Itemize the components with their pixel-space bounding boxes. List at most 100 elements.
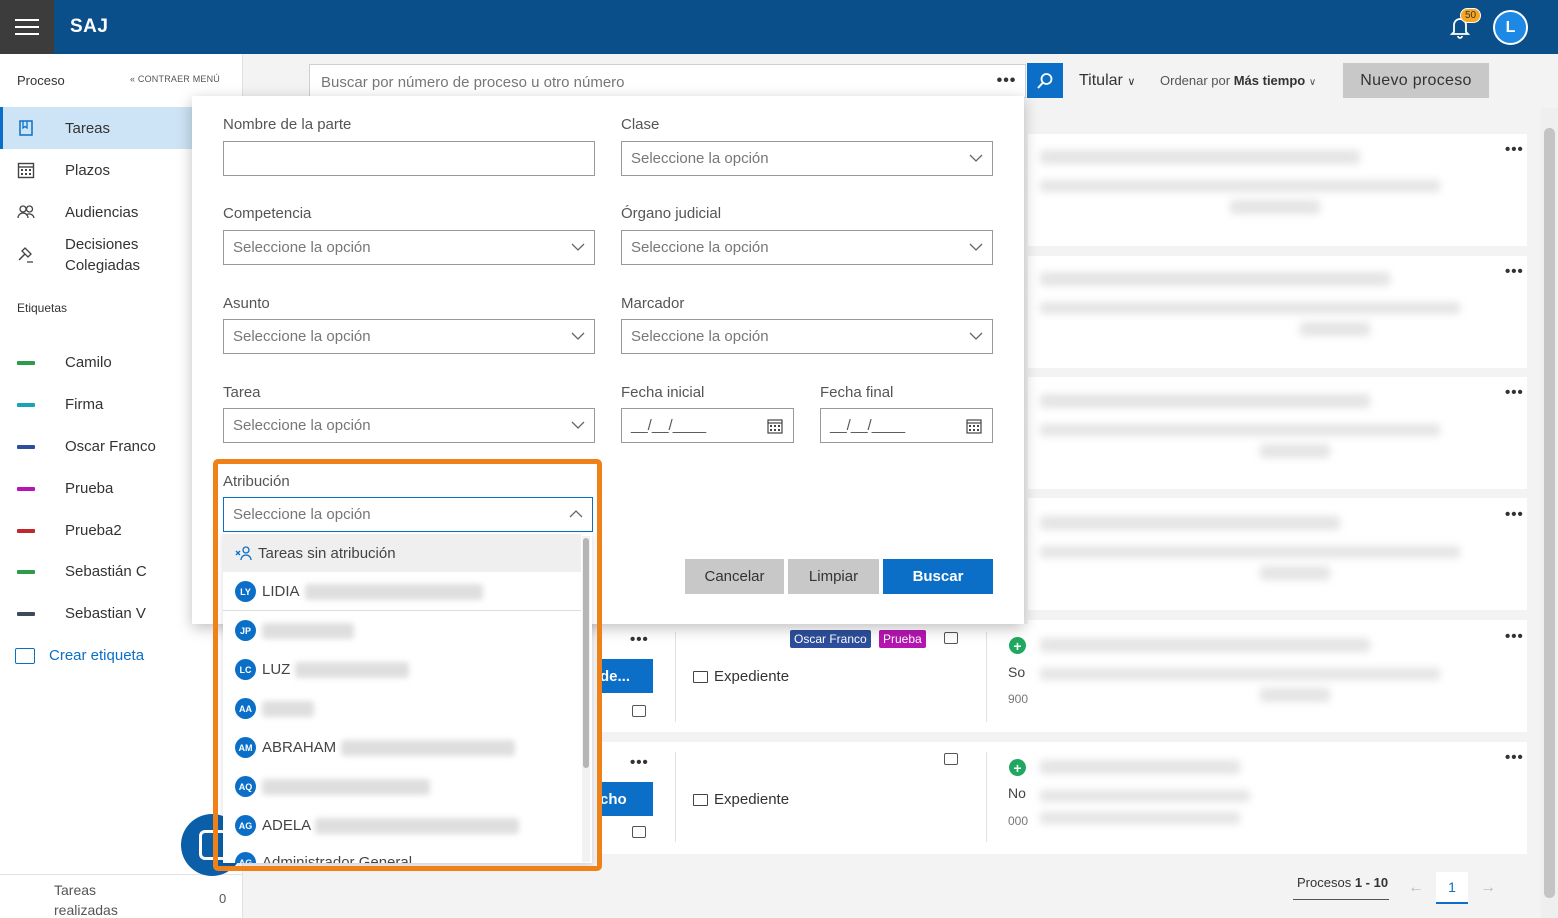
search-button[interactable] [1027,63,1063,98]
tasks-done-label: Tareas realizadas [54,882,118,918]
asunto-placeholder: Seleccione la opción [233,328,371,345]
tag-label: Camilo [65,354,112,371]
action-button[interactable]: de... [598,659,653,693]
end-date-input[interactable]: __/__/____ [820,408,993,443]
highlight-box [213,459,602,871]
blurred-text [1040,812,1240,824]
tag-color-icon [17,487,35,491]
folder-icon [693,670,708,683]
card-menu-button[interactable]: ••• [1505,384,1524,401]
add-icon[interactable]: + [1009,759,1026,776]
collapse-menu-button[interactable]: « CONTRAER MENÚ [130,74,220,84]
prev-page-button[interactable]: ← [1402,875,1430,901]
process-card[interactable] [598,742,986,854]
chevron-down-icon: ∨ [1127,76,1136,88]
scrollbar-thumb[interactable] [1544,128,1555,898]
tag-color-icon [17,570,35,574]
next-page-button[interactable]: → [1474,875,1502,901]
chevron-down-icon [571,332,585,340]
titular-filter[interactable]: Titular ∨ [1079,72,1135,90]
start-date-input[interactable]: __/__/____ [621,408,794,443]
app-brand[interactable]: SAJ [70,16,108,38]
sidebar-item-label: Audiencias [65,203,139,221]
tag-color-icon [17,361,35,365]
clear-button[interactable]: Limpiar [788,559,879,594]
organo-label: Órgano judicial [621,205,722,222]
marcador-placeholder: Seleccione la opción [631,328,769,345]
menu-icon[interactable] [0,0,54,54]
tag-label: Prueba [65,480,114,497]
blurred-text [1040,638,1370,652]
page-1-button[interactable]: 1 [1436,872,1468,904]
create-tag-button[interactable]: Crear etiqueta [15,647,144,664]
add-tag-icon [15,647,35,664]
calendar-icon [17,162,35,179]
new-process-button[interactable]: Nuevo proceso [1343,63,1489,98]
end-date-label: Fecha final [820,384,894,401]
card-number: 900 [1008,692,1029,706]
organo-placeholder: Seleccione la opción [631,239,769,256]
party-name-label: Nombre de la parte [223,116,352,133]
card-text: No [1008,785,1026,801]
tag-color-icon [17,612,35,616]
tarea-select[interactable]: Seleccione la opción [223,408,595,443]
asunto-label: Asunto [223,295,270,312]
blurred-text [1260,444,1330,458]
calendar-icon[interactable] [767,418,783,434]
add-note-icon[interactable] [632,826,646,838]
marcador-select[interactable]: Seleccione la opción [621,319,993,354]
asunto-select[interactable]: Seleccione la opción [223,319,595,354]
card-menu-button[interactable]: ••• [1505,141,1524,158]
blurred-text [1040,180,1440,192]
card-menu-button[interactable]: ••• [1505,749,1524,766]
competencia-placeholder: Seleccione la opción [233,239,371,256]
calendar-icon[interactable] [966,418,982,434]
expediente-link[interactable]: Expediente [693,668,789,685]
card-number: 000 [1008,814,1029,828]
history-icon[interactable] [944,753,958,765]
tag-label: Prueba2 [65,522,122,539]
card-tag: Prueba [879,630,926,648]
card-menu-button[interactable]: ••• [1505,628,1524,645]
card-menu-button[interactable]: ••• [1505,263,1524,280]
tarea-label: Tarea [223,384,261,401]
blurred-text [1260,688,1330,702]
marcador-label: Marcador [621,295,685,312]
blurred-text [1040,668,1440,680]
tag-color-icon [17,529,35,533]
card-menu-button[interactable]: ••• [630,631,649,648]
organo-select[interactable]: Seleccione la opción [621,230,993,265]
bookmark-icon [19,120,33,136]
expediente-link[interactable]: Expediente [693,791,789,808]
blurred-text [1040,516,1340,530]
action-button[interactable]: cho [598,782,653,816]
party-name-input[interactable] [223,141,595,176]
tasks-done-section[interactable]: Tareas realizadas 0 [0,874,243,918]
card-menu-button[interactable]: ••• [1505,506,1524,523]
cancel-button[interactable]: Cancelar [685,559,784,594]
card-menu-button[interactable]: ••• [630,754,649,771]
search-input[interactable]: Buscar por número de proceso u otro núme… [309,64,989,98]
search-more-button[interactable]: ••• [988,64,1026,98]
create-tag-label: Crear etiqueta [49,647,145,664]
divider [675,632,676,722]
competencia-label: Competencia [223,205,312,222]
start-date-label: Fecha inicial [621,384,705,401]
tag-color-icon [17,403,35,407]
add-note-icon[interactable] [632,705,646,717]
order-filter[interactable]: Ordenar por Más tiempo ∨ [1160,73,1316,88]
divider [986,632,987,722]
pager-label: Procesos [1297,875,1352,890]
competencia-select[interactable]: Seleccione la opción [223,230,595,265]
blurred-text [1040,150,1360,164]
clase-select[interactable]: Seleccione la opción [621,141,993,176]
search-submit-button[interactable]: Buscar [883,559,993,594]
main-scrollbar[interactable] [1541,108,1558,918]
chevron-down-icon [969,243,983,251]
history-icon[interactable] [944,632,958,644]
pager-range: 1 - 10 [1354,875,1389,890]
add-icon[interactable]: + [1009,637,1026,654]
chevron-down-icon [571,421,585,429]
blurred-text [1040,790,1250,802]
user-avatar[interactable]: L [1493,10,1528,45]
